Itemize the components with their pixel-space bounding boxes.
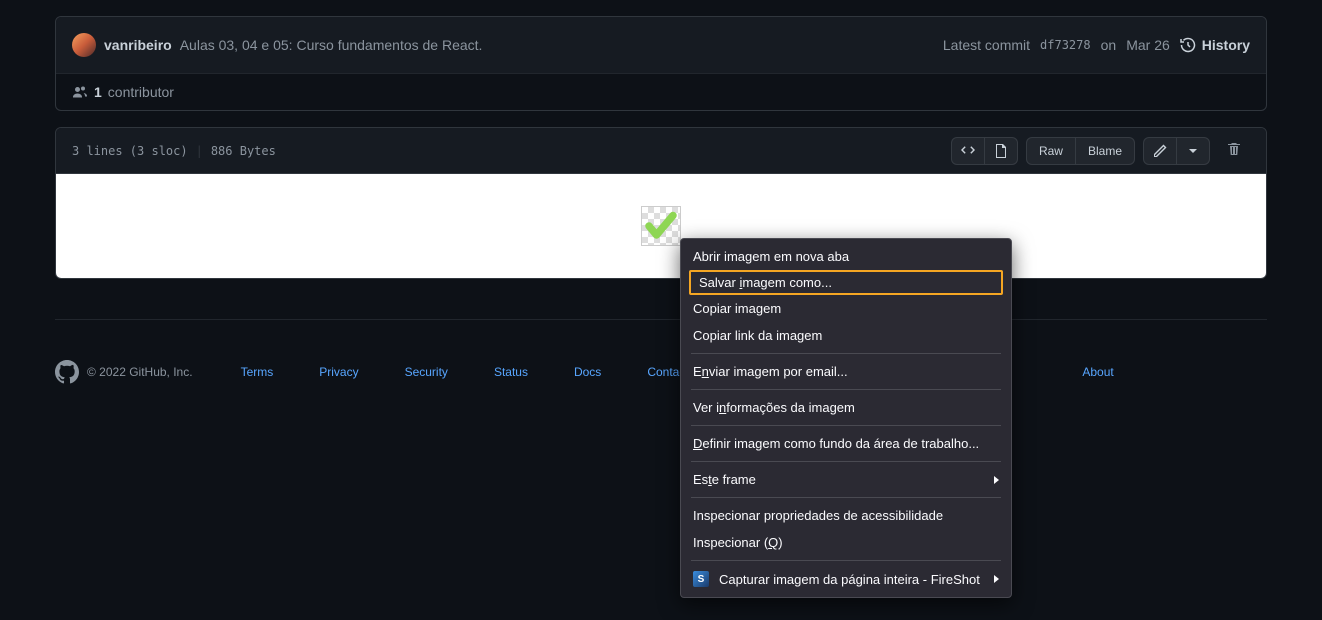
footer-link-terms[interactable]: Terms [241, 365, 274, 379]
menu-separator [691, 497, 1001, 498]
menu-item-copy-image-link[interactable]: Copiar link da imagem [681, 322, 1011, 349]
menu-separator [691, 353, 1001, 354]
people-icon [72, 84, 88, 100]
file-size: 886 Bytes [211, 144, 276, 158]
source-code-button[interactable] [951, 137, 985, 165]
pencil-icon [1152, 143, 1168, 159]
menu-separator [691, 425, 1001, 426]
contributor-label: contributor [108, 84, 174, 100]
raw-button[interactable]: Raw [1026, 137, 1076, 165]
menu-item-view-image-info[interactable]: Ver informações da imagem [681, 394, 1011, 421]
menu-item-set-wallpaper[interactable]: Definir imagem como fundo da área de tra… [681, 430, 1011, 457]
contributor-count: 1 [94, 84, 102, 100]
contributors-bar: 1 contributor [56, 73, 1266, 110]
copyright: © 2022 GitHub, Inc. [87, 365, 193, 379]
footer-link-about[interactable]: About [1082, 365, 1113, 379]
footer: © 2022 GitHub, Inc. Terms Privacy Securi… [55, 319, 1267, 384]
footer-link-status[interactable]: Status [494, 365, 528, 379]
footer-link-security[interactable]: Security [405, 365, 448, 379]
menu-separator [691, 389, 1001, 390]
chevron-right-icon [994, 575, 999, 583]
menu-item-inspect[interactable]: Inspecionar (Q) [681, 529, 1011, 556]
menu-item-email-image[interactable]: Enviar imagem por email... [681, 358, 1011, 385]
menu-item-save-image-as[interactable]: Salvar imagem como... [689, 270, 1003, 295]
context-menu: Abrir imagem em nova aba Salvar imagem c… [680, 238, 1012, 598]
checkmark-icon [642, 207, 680, 245]
file-content [56, 174, 1266, 278]
image-thumbnail[interactable] [641, 206, 681, 246]
display-rendered-button[interactable] [985, 137, 1018, 165]
menu-separator [691, 461, 1001, 462]
history-icon [1180, 37, 1196, 53]
footer-link-docs[interactable]: Docs [574, 365, 601, 379]
menu-separator [691, 560, 1001, 561]
file-lines: 3 lines (3 sloc) [72, 144, 188, 158]
menu-item-fireshot[interactable]: S Capturar imagem da página inteira - Fi… [681, 565, 1011, 593]
latest-commit-label: Latest commit [943, 37, 1030, 53]
delete-button[interactable] [1218, 136, 1250, 165]
code-icon [960, 143, 976, 159]
menu-item-inspect-accessibility[interactable]: Inspecionar propriedades de acessibilida… [681, 502, 1011, 529]
file-box: 3 lines (3 sloc) | 886 Bytes Raw Blame [55, 127, 1267, 279]
edit-button[interactable] [1143, 137, 1177, 165]
file-icon [993, 143, 1009, 159]
menu-item-open-new-tab[interactable]: Abrir imagem em nova aba [681, 243, 1011, 270]
chevron-right-icon [994, 476, 999, 484]
commit-box: vanribeiro Aulas 03, 04 e 05: Curso fund… [55, 16, 1267, 111]
edit-dropdown-button[interactable] [1177, 137, 1210, 165]
commit-message[interactable]: Aulas 03, 04 e 05: Curso fundamentos de … [180, 37, 483, 53]
commit-date[interactable]: Mar 26 [1126, 37, 1170, 53]
menu-item-this-frame[interactable]: Este frame [681, 466, 1011, 493]
caret-down-icon [1185, 143, 1201, 159]
commit-hash[interactable]: df73278 [1040, 38, 1091, 52]
github-logo-icon[interactable] [55, 360, 79, 384]
trash-icon [1226, 141, 1242, 157]
author-name[interactable]: vanribeiro [104, 37, 172, 53]
commit-date-prefix: on [1101, 37, 1117, 53]
blame-button[interactable]: Blame [1076, 137, 1135, 165]
history-link[interactable]: History [1180, 37, 1250, 53]
fireshot-icon: S [693, 571, 709, 587]
author-avatar[interactable] [72, 33, 96, 57]
menu-item-copy-image[interactable]: Copiar imagem [681, 295, 1011, 322]
footer-link-privacy[interactable]: Privacy [319, 365, 358, 379]
